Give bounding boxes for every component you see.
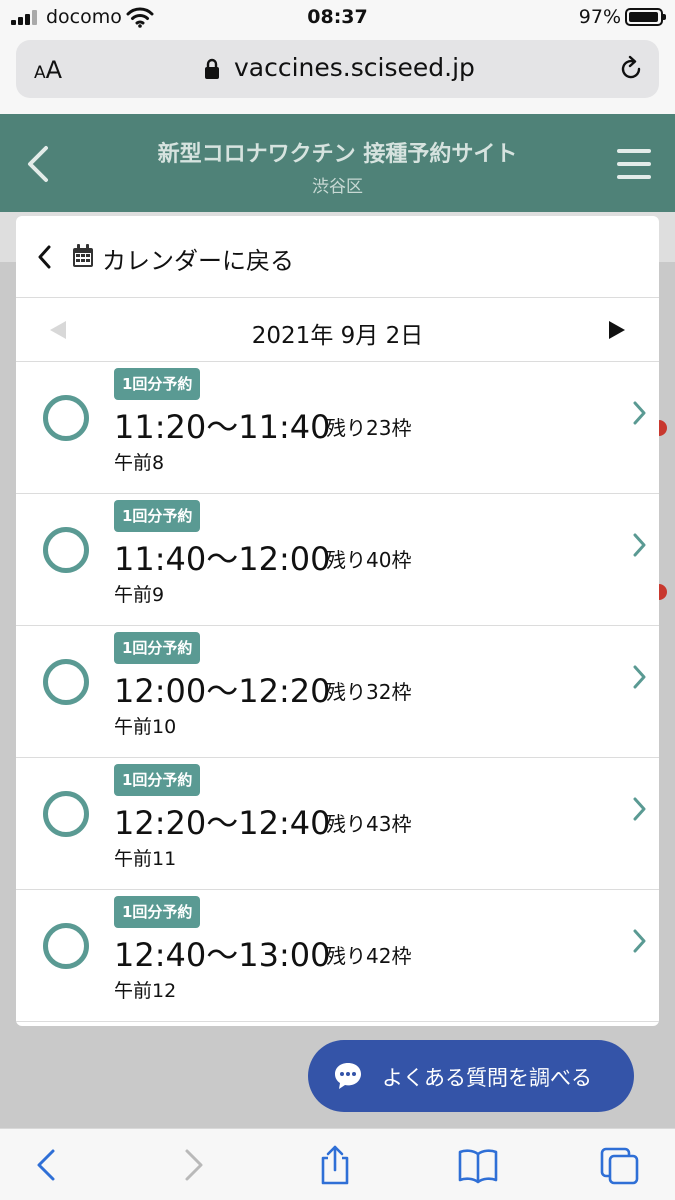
slot-remaining: 残り23枠 (326, 416, 412, 440)
time-slot-row[interactable]: 1回分予約 12:20〜12:40 残り43枠 午前11 (16, 758, 659, 890)
address-bar[interactable]: AA vaccines.sciseed.jp (16, 40, 659, 98)
slot-time: 12:20〜12:40 (114, 804, 331, 842)
background-indicator (659, 420, 667, 436)
bookmarks-icon[interactable] (456, 1143, 500, 1187)
url-text[interactable]: vaccines.sciseed.jp (234, 53, 475, 82)
slot-remaining: 残り32枠 (326, 680, 412, 704)
reload-icon[interactable] (617, 55, 645, 83)
status-bar: docomo 08:37 97% (0, 0, 675, 34)
slot-badge: 1回分予約 (114, 500, 201, 532)
slot-code: 午前8 (114, 452, 165, 474)
time-slot-row[interactable]: 1回分予約 11:20〜11:40 残り23枠 午前8 (16, 362, 659, 494)
faq-button[interactable]: よくある質問を調べる (308, 1040, 634, 1112)
slot-remaining: 残り43枠 (326, 812, 412, 836)
browser-toolbar (0, 1128, 675, 1200)
back-to-calendar-label: カレンダーに戻る (102, 247, 294, 275)
share-icon[interactable] (313, 1143, 357, 1187)
time-slot-card: カレンダーに戻る 2021年 9月 2日 1回分予約 11:20〜11:40 残… (16, 216, 659, 1026)
slot-code: 午前9 (114, 584, 165, 606)
site-subtitle: 渋谷区 (312, 177, 363, 197)
chevron-right-icon (633, 797, 646, 821)
text-size-button[interactable]: AA (34, 56, 62, 84)
back-icon[interactable] (25, 1143, 69, 1187)
slot-time: 12:40〜13:00 (114, 936, 331, 974)
forward-icon[interactable] (171, 1143, 215, 1187)
circle-available-icon (43, 923, 89, 969)
slot-badge: 1回分予約 (114, 896, 201, 928)
slot-badge: 1回分予約 (114, 368, 201, 400)
date-navigator: 2021年 9月 2日 (16, 298, 659, 362)
circle-available-icon (43, 659, 89, 705)
time-slot-row[interactable]: 1回分予約 12:00〜12:20 残り32枠 午前10 (16, 626, 659, 758)
circle-available-icon (43, 395, 89, 441)
selected-date: 2021年 9月 2日 (251, 323, 424, 349)
status-time: 08:37 (307, 6, 368, 28)
slot-remaining: 残り40枠 (326, 548, 412, 572)
circle-available-icon (43, 791, 89, 837)
slot-time: 11:40〜12:00 (114, 540, 331, 578)
site-header: 新型コロナワクチン 接種予約サイト 渋谷区 (0, 114, 675, 212)
battery-percent: 97% (578, 6, 621, 28)
time-slot-row[interactable]: 1回分予約 12:40〜13:00 残り42枠 午前12 (16, 890, 659, 1022)
time-slot-row[interactable]: 1回分予約 11:40〜12:00 残り40枠 午前9 (16, 494, 659, 626)
calendar-icon (73, 244, 93, 267)
chevron-right-icon (633, 665, 646, 689)
slot-time: 11:20〜11:40 (114, 408, 331, 446)
slot-time: 12:00〜12:20 (114, 672, 331, 710)
chevron-right-icon (633, 533, 646, 557)
browser-address-area: AA vaccines.sciseed.jp (0, 34, 675, 114)
slot-badge: 1回分予約 (114, 764, 201, 796)
battery-icon (625, 8, 666, 26)
next-day-icon[interactable] (609, 321, 625, 339)
chat-bubble-icon (335, 1063, 361, 1089)
lock-icon (205, 58, 219, 79)
slot-code: 午前11 (114, 848, 177, 870)
hamburger-menu-icon[interactable] (617, 149, 651, 179)
tabs-icon[interactable] (598, 1143, 642, 1187)
slot-badge: 1回分予約 (114, 632, 201, 664)
faq-label: よくある質問を調べる (382, 1066, 592, 1090)
circle-available-icon (43, 527, 89, 573)
chevron-left-icon (38, 245, 51, 269)
background-indicator (659, 584, 667, 600)
chevron-right-icon (633, 929, 646, 953)
slot-code: 午前10 (114, 716, 177, 738)
slot-remaining: 残り42枠 (326, 944, 412, 968)
site-title: 新型コロナワクチン 接種予約サイト (157, 142, 518, 167)
back-to-calendar-link[interactable]: カレンダーに戻る (16, 216, 659, 298)
chevron-right-icon (633, 401, 646, 425)
slot-code: 午前12 (114, 980, 177, 1002)
